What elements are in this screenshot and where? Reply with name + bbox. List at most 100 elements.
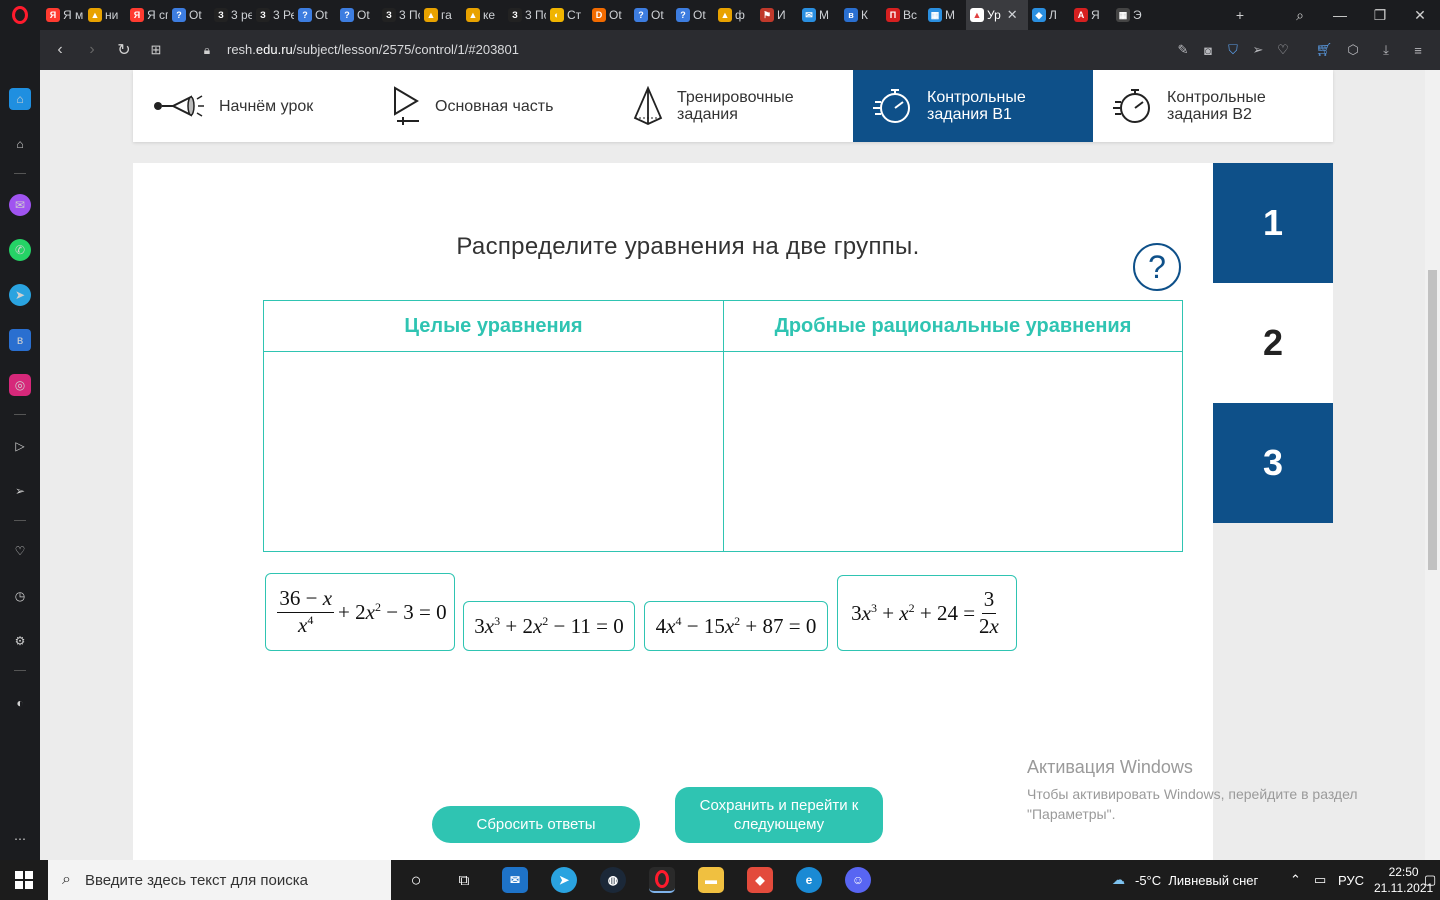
download-icon[interactable]: ⤓ [1375, 30, 1397, 70]
equation-card[interactable]: 3x³ + 2x² − 11 = 0 3x3 + 2x2 − 11 = 0 [463, 601, 635, 651]
opera-menu-icon[interactable] [0, 0, 40, 30]
reset-answers-button[interactable]: Сбросить ответы [432, 806, 640, 843]
browser-tab[interactable]: ▲ га [420, 0, 462, 30]
browser-tab[interactable]: ▦ М [924, 0, 966, 30]
browser-tab[interactable]: вК [840, 0, 882, 30]
vk-icon[interactable]: в [9, 329, 31, 351]
file-explorer-icon[interactable]: ▬ [698, 867, 724, 893]
notification-icon[interactable]: ▢ [1424, 860, 1436, 900]
browser-tab[interactable]: ▦ Э [1112, 0, 1154, 30]
stage-control-b2[interactable]: Контрольные задания В2 [1093, 70, 1333, 142]
equation-card[interactable]: 3x³ + x² + 24 = 3/(2x) 3x3 + x2 + 24 = 3… [837, 575, 1017, 651]
question-number-3[interactable]: 3 [1213, 403, 1333, 523]
menu-icon[interactable]: ≡ [1407, 30, 1429, 70]
browser-tab[interactable]: AЯ [1070, 0, 1112, 30]
heart-icon[interactable]: ♡ [1272, 30, 1294, 70]
browser-tab[interactable]: ✉ М [798, 0, 840, 30]
lightbulb-icon[interactable]: ◐ [9, 692, 31, 714]
browser-tab[interactable]: ▲ ни [84, 0, 126, 30]
shield-icon[interactable]: ⛉ [1222, 30, 1244, 70]
browser-tab[interactable]: ЯЯ м [42, 0, 84, 30]
flow-icon[interactable]: ➢ [9, 480, 31, 502]
tab-label: Ot [357, 8, 370, 22]
whatsapp-icon[interactable]: ✆ [9, 239, 31, 261]
forward-button[interactable]: › [77, 30, 107, 70]
send-icon[interactable]: ➢ [1247, 30, 1269, 70]
tab-list: ЯЯ м▲ниЯЯ сп?OtЗ3 реЗ3 Ре?Ot?OtЗ3 Пс▲га▲… [42, 0, 1154, 30]
tray-chevron-icon[interactable]: ⌃ [1290, 860, 1301, 900]
equation-card[interactable]: (36 − x)/x⁴ + 2x² − 3 = 0 36 − xx4 + 2x2… [265, 573, 455, 651]
task-view-icon[interactable]: ⧉ [451, 867, 477, 893]
browser-tab[interactable]: З3 Пс [378, 0, 420, 30]
lock-icon[interactable]: 🔒︎ [192, 30, 222, 70]
scrollbar-thumb[interactable] [1428, 270, 1437, 570]
settings-icon[interactable]: ⚙ [9, 630, 31, 652]
page-scrollbar[interactable] [1425, 70, 1440, 860]
browser-tab[interactable]: ◐ Ст [546, 0, 588, 30]
browser-tab[interactable]: ▲ ке [462, 0, 504, 30]
cube-icon[interactable]: ⬡ [1342, 30, 1364, 70]
save-next-button[interactable]: Сохранить и перейти к следующему [675, 787, 883, 843]
help-button[interactable]: ? [1133, 243, 1181, 291]
tab-close-icon[interactable]: ✕ [1007, 7, 1018, 23]
history-icon[interactable]: ◷ [9, 585, 31, 607]
more-icon[interactable]: ⋯ [9, 828, 31, 850]
home-icon[interactable]: ⌂ [9, 133, 31, 155]
close-window-button[interactable]: ✕ [1400, 0, 1440, 30]
new-tab-button[interactable]: + [1220, 0, 1260, 30]
steam-app-icon[interactable]: ◍ [600, 867, 626, 893]
stage-training[interactable]: Тренировочные задания [613, 70, 853, 142]
network-icon[interactable]: ▭ [1314, 860, 1326, 900]
stage-control-b1[interactable]: Контрольные задания В1 [853, 70, 1093, 142]
browser-tab[interactable]: D Ot [588, 0, 630, 30]
drop-zone-whole[interactable] [264, 352, 723, 551]
browser-tab[interactable]: ? Ot [672, 0, 714, 30]
back-button[interactable]: ‹ [45, 30, 75, 70]
browser-tab[interactable]: З3 Ре [252, 0, 294, 30]
instagram-icon[interactable]: ◎ [9, 374, 31, 396]
browser-tab[interactable]: ▲ ф [714, 0, 756, 30]
player-icon[interactable]: ▷ [9, 435, 31, 457]
browser-tab[interactable]: ⚑ И [756, 0, 798, 30]
cortana-icon[interactable]: ○ [403, 867, 429, 893]
discord-app-icon[interactable]: ☺ [845, 867, 871, 893]
messenger-icon[interactable]: ✉ [9, 194, 31, 216]
browser-tab[interactable]: ЯЯ сп [126, 0, 168, 30]
equation-card[interactable]: 4x⁴ − 15x² + 87 = 0 4x4 − 15x2 + 87 = 0 [644, 601, 828, 651]
minimize-button[interactable]: — [1320, 0, 1360, 30]
taskbar-search[interactable]: ⌕ Введите здесь текст для поиска [48, 860, 391, 900]
edge-app-icon[interactable]: e [796, 867, 822, 893]
browser-tab[interactable]: П Вс [882, 0, 924, 30]
speed-dial-icon[interactable]: ⌂ [9, 88, 31, 110]
tabs-overview-icon[interactable]: ⊞ [141, 30, 171, 70]
browser-tab[interactable]: ? Ot [168, 0, 210, 30]
browser-tab[interactable]: ▲ Ур ✕ [966, 0, 1028, 30]
question-number-1[interactable]: 1 [1213, 163, 1333, 283]
browser-tab[interactable]: З3 Пс [504, 0, 546, 30]
reload-button[interactable]: ↻ [109, 30, 139, 70]
anydesk-app-icon[interactable]: ◆ [747, 867, 773, 893]
telegram-icon[interactable]: ➤ [9, 284, 31, 306]
cart-icon[interactable]: 🛒︎ [1313, 30, 1335, 70]
restore-button[interactable]: ❐ [1360, 0, 1400, 30]
bookmarks-icon[interactable]: ♡ [9, 540, 31, 562]
start-button[interactable] [0, 860, 48, 900]
language-indicator[interactable]: РУС [1338, 860, 1364, 900]
url-field[interactable]: resh.edu.ru/subject/lesson/2575/control/… [227, 30, 519, 70]
browser-tab[interactable]: З3 ре [210, 0, 252, 30]
stage-main[interactable]: Основная часть [373, 70, 613, 142]
tab-search-icon[interactable]: ⌕ [1280, 0, 1320, 30]
weather-widget[interactable]: ☁ -5°C Ливневый снег [1112, 860, 1258, 900]
edit-icon[interactable]: ✎ [1172, 30, 1194, 70]
stage-start[interactable]: Начнём урок [133, 70, 373, 142]
drop-zone-fractional[interactable] [723, 352, 1182, 551]
browser-tab[interactable]: ? Ot [336, 0, 378, 30]
browser-tab[interactable]: ? Ot [294, 0, 336, 30]
browser-tab[interactable]: ? Ot [630, 0, 672, 30]
telegram-app-icon[interactable]: ➤ [551, 867, 577, 893]
browser-tab[interactable]: ◆ Л [1028, 0, 1070, 30]
mail-app-icon[interactable]: ✉ [502, 867, 528, 893]
question-number-2[interactable]: 2 [1213, 283, 1333, 403]
snapshot-icon[interactable]: ◙ [1197, 30, 1219, 70]
opera-app-icon[interactable] [649, 867, 675, 893]
